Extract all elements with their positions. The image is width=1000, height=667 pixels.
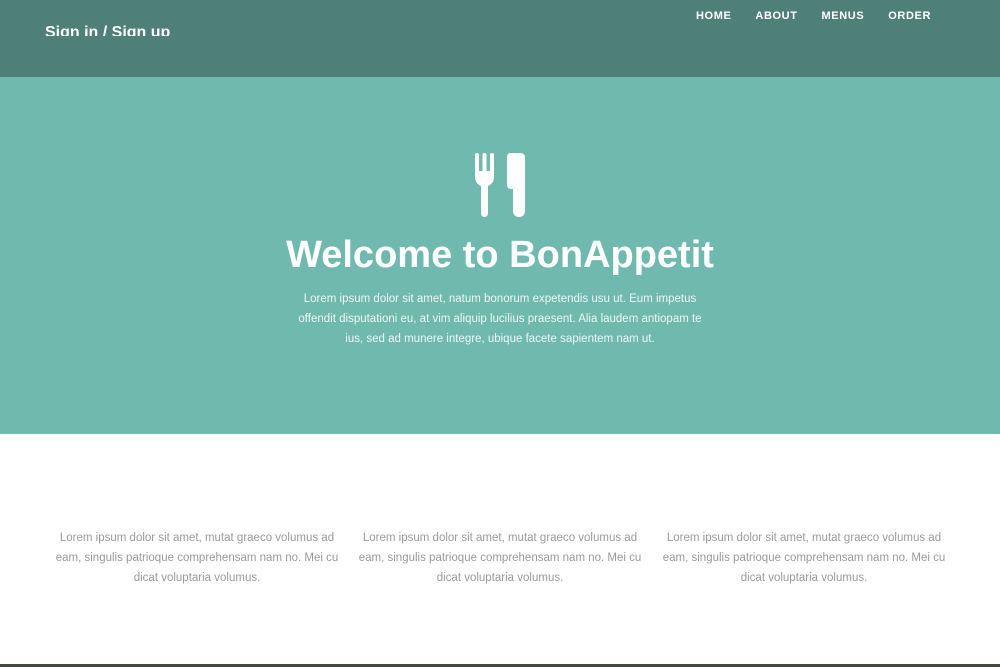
- nav-item-menus: MENUS: [822, 8, 865, 24]
- hero-description: Lorem ipsum dolor sit amet, natum bonoru…: [298, 293, 702, 345]
- fork-knife-icon: [475, 153, 525, 217]
- nav-item-about: ABOUT: [755, 8, 797, 24]
- nav-item-order: ORDER: [888, 8, 931, 24]
- page: Sign in / Sign up HOME ABOUT MENUS ORDER…: [0, 0, 1000, 667]
- hero-title: Welcome to BonAppetit: [286, 234, 714, 276]
- features-section: Lorem ipsum dolor sit amet, mutat graeco…: [0, 434, 1000, 667]
- nav-link-menus[interactable]: MENUS: [822, 8, 865, 24]
- nav-link-about[interactable]: ABOUT: [755, 8, 797, 24]
- nav-item-home: HOME: [696, 8, 731, 24]
- nav-link-home[interactable]: HOME: [696, 8, 731, 24]
- hero-section: Welcome to BonAppetit Lorem ipsum dolor …: [0, 77, 1000, 434]
- top-navbar: Sign in / Sign up HOME ABOUT MENUS ORDER: [0, 0, 1000, 77]
- sign-in-sign-up-link[interactable]: Sign in / Sign up: [45, 22, 170, 36]
- nav-link-order[interactable]: ORDER: [888, 8, 931, 24]
- feature-text-1: Lorem ipsum dolor sit amet, mutat graeco…: [55, 532, 339, 584]
- main-nav: HOME ABOUT MENUS ORDER: [696, 8, 931, 24]
- feature-text-3: Lorem ipsum dolor sit amet, mutat graeco…: [662, 532, 946, 584]
- feature-text-2: Lorem ipsum dolor sit amet, mutat graeco…: [358, 532, 642, 584]
